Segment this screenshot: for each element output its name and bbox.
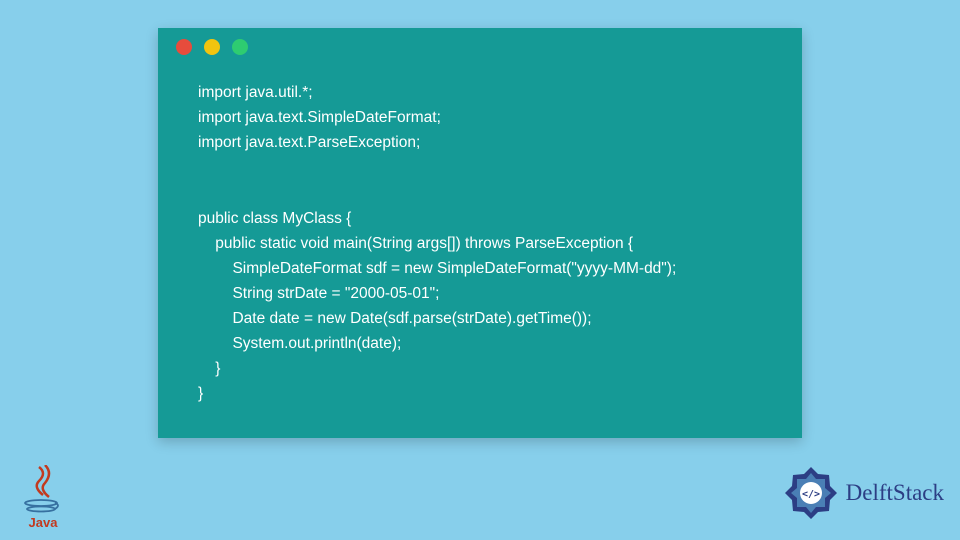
delftstack-brand: </> DelftStack <box>782 464 944 522</box>
java-label: Java <box>29 515 58 530</box>
minimize-dot-icon <box>204 39 220 55</box>
maximize-dot-icon <box>232 39 248 55</box>
svg-text:</>: </> <box>802 489 820 500</box>
delftstack-label: DelftStack <box>846 480 944 506</box>
delftstack-badge-icon: </> <box>782 464 840 522</box>
java-cup-icon <box>23 499 63 513</box>
close-dot-icon <box>176 39 192 55</box>
java-steam-icon <box>29 465 57 499</box>
window-titlebar <box>158 28 802 66</box>
java-logo: Java <box>14 458 72 530</box>
code-content: import java.util.*; import java.text.Sim… <box>158 66 802 420</box>
code-window: import java.util.*; import java.text.Sim… <box>158 28 802 438</box>
